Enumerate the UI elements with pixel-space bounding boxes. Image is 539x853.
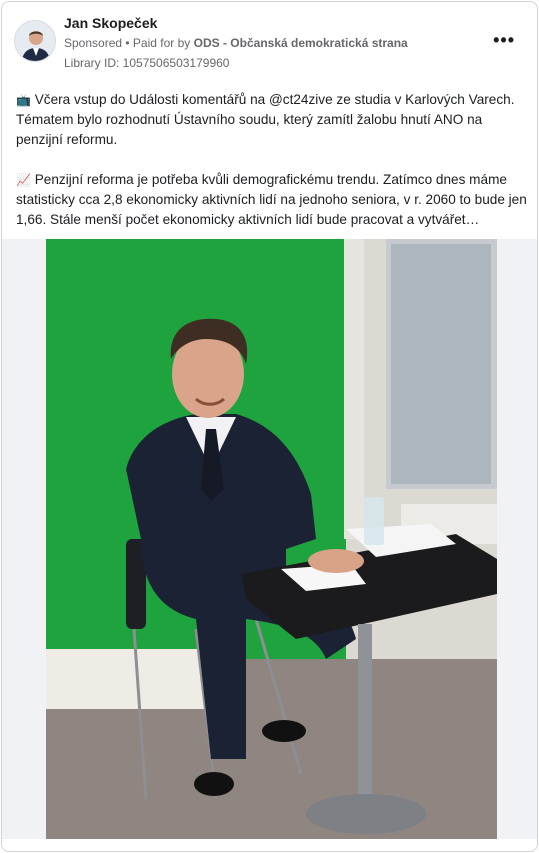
paid-for-prefix: • Paid for by bbox=[125, 36, 191, 50]
author-name[interactable]: Jan Skopeček bbox=[64, 15, 157, 31]
sponsored-label: Sponsored bbox=[64, 36, 123, 50]
post-media bbox=[2, 239, 537, 839]
paragraph-1-text: Včera vstup do Události komentářů na @ct… bbox=[16, 92, 515, 147]
sponsor-line: Sponsored • Paid for by ODS - Občanská d… bbox=[64, 36, 408, 50]
payer-link[interactable]: ODS - Občanská demokratická strana bbox=[194, 36, 408, 50]
ad-post-card: Jan Skopeček Sponsored • Paid for by ODS… bbox=[1, 1, 538, 852]
post-photo[interactable] bbox=[46, 239, 497, 839]
post-text: 📺 Včera vstup do Události komentářů na @… bbox=[16, 90, 528, 250]
paragraph-2: 📈 Penzijní reforma je potřeba kvůli demo… bbox=[16, 170, 528, 230]
post-header: Jan Skopeček Sponsored • Paid for by ODS… bbox=[2, 2, 537, 82]
chart-increasing-icon: 📈 bbox=[16, 173, 31, 187]
library-id: Library ID: 1057506503179960 bbox=[64, 56, 230, 70]
author-avatar[interactable] bbox=[14, 20, 56, 62]
tv-icon: 📺 bbox=[16, 93, 31, 107]
paragraph-1: 📺 Včera vstup do Události komentářů na @… bbox=[16, 90, 528, 150]
more-options-icon[interactable]: ••• bbox=[493, 30, 515, 51]
paragraph-2-text: Penzijní reforma je potřeba kvůli demogr… bbox=[16, 172, 527, 227]
studio-photo-illustration bbox=[46, 239, 497, 839]
avatar-image bbox=[15, 21, 55, 61]
